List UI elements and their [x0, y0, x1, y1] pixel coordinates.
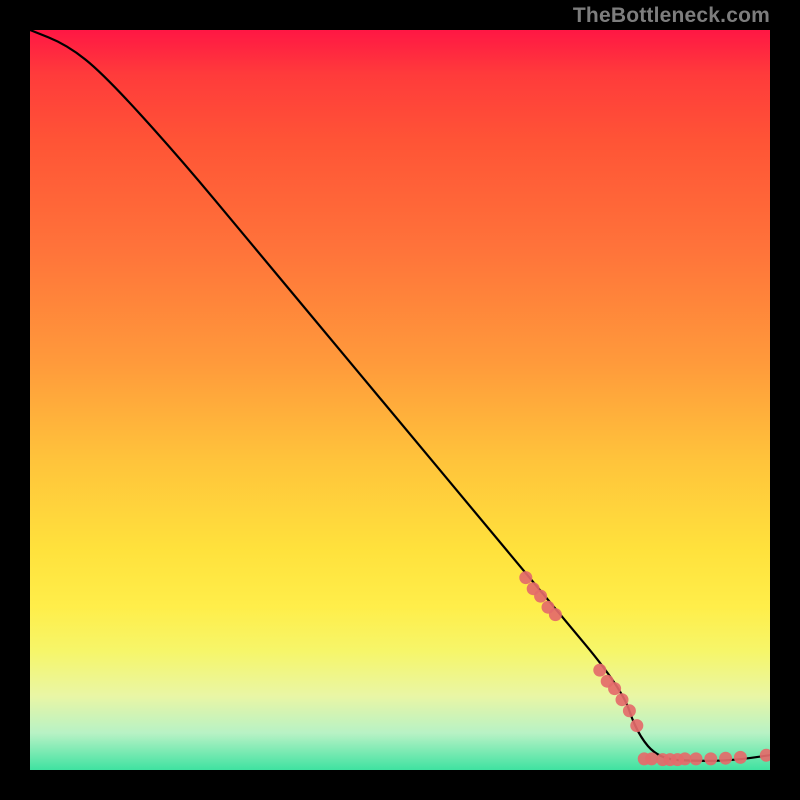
series-curve	[30, 30, 770, 761]
data-point	[656, 753, 669, 766]
data-point	[664, 753, 677, 766]
data-point	[645, 752, 658, 765]
series-dots-descending	[519, 571, 643, 732]
data-point	[638, 752, 651, 765]
data-point	[734, 751, 747, 764]
data-point	[608, 682, 621, 695]
chart-svg	[30, 30, 770, 770]
data-point	[527, 582, 540, 595]
data-point	[704, 752, 717, 765]
chart-stage: TheBottleneck.com	[0, 0, 800, 800]
data-point	[671, 753, 684, 766]
data-point	[593, 664, 606, 677]
data-point	[542, 601, 555, 614]
data-point	[760, 749, 770, 762]
data-point	[534, 590, 547, 603]
data-point	[719, 752, 732, 765]
plot-area	[30, 30, 770, 770]
data-point	[678, 752, 691, 765]
series-dots-floor	[638, 749, 770, 766]
data-point	[690, 752, 703, 765]
watermark-text: TheBottleneck.com	[573, 4, 770, 28]
data-point	[519, 571, 532, 584]
data-point	[549, 608, 562, 621]
data-point	[623, 704, 636, 717]
data-point	[601, 675, 614, 688]
data-point	[616, 693, 629, 706]
data-point	[630, 719, 643, 732]
